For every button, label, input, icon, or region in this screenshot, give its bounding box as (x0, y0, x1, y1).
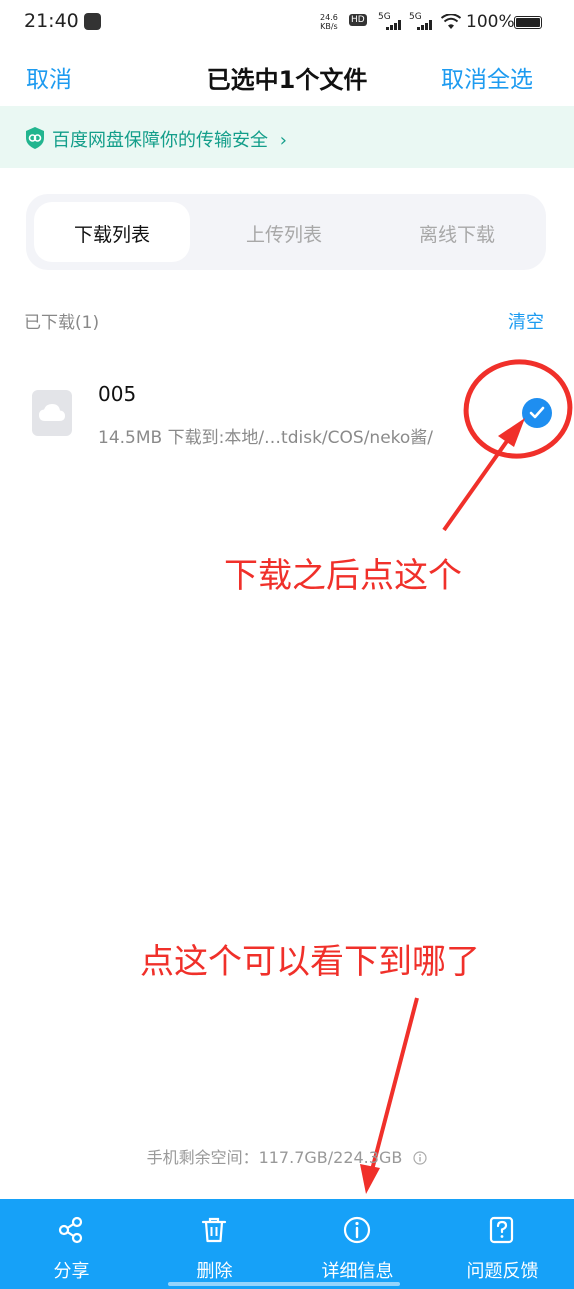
annotation-arrow-2-head (360, 1164, 380, 1194)
app-notification-icon (84, 13, 101, 30)
file-info: 14.5MB 下载到:本地/…tdisk/COS/neko酱/ (98, 428, 434, 448)
share-icon (58, 1216, 83, 1244)
details-button[interactable]: 详细信息 (286, 1199, 429, 1289)
feedback-button[interactable]: 问题反馈 (431, 1199, 574, 1289)
net-speed-value: 24.6 (320, 13, 338, 22)
home-indicator[interactable] (168, 1282, 400, 1286)
chevron-right-icon: › (279, 130, 287, 151)
section-title: 已下载(1) (24, 313, 100, 333)
share-button[interactable]: 分享 (0, 1199, 143, 1289)
wifi-icon (441, 14, 461, 29)
signal-bars-icon (417, 20, 432, 30)
banner-label: 百度网盘保障你的传输安全 (52, 130, 268, 151)
trash-icon (201, 1217, 227, 1243)
cancel-button[interactable]: 取消 (26, 60, 72, 94)
delete-label: 删除 (196, 1261, 233, 1282)
clear-button[interactable]: 清空 (508, 308, 544, 334)
info-small-icon[interactable] (413, 1151, 428, 1165)
status-time: 21:40 (24, 10, 79, 32)
details-label: 详细信息 (321, 1261, 394, 1282)
tab-upload-list[interactable]: 上传列表 (206, 220, 362, 247)
annotation-note-1: 下载之后点这个 (224, 556, 462, 596)
banner-text[interactable]: 百度网盘保障你的传输安全 › (52, 126, 287, 152)
shield-icon (26, 127, 44, 149)
cloud-file-icon (32, 390, 72, 436)
file-name: 005 (98, 382, 137, 406)
share-label: 分享 (53, 1261, 90, 1282)
feedback-icon (489, 1216, 514, 1244)
tab-offline-download[interactable]: 离线下载 (379, 220, 535, 247)
annotation-note-2: 点这个可以看下到哪了 (140, 942, 480, 982)
tab-download-list[interactable]: 下载列表 (34, 220, 190, 247)
delete-button[interactable]: 删除 (143, 1199, 286, 1289)
net-speed: 24.6 KB/s (320, 13, 338, 31)
check-icon[interactable] (522, 398, 552, 428)
storage-info: 手机剩余空间：117.7GB/224.3GB (0, 1144, 574, 1168)
info-icon (343, 1216, 371, 1244)
battery-percent: 100% (466, 12, 515, 32)
feedback-label: 问题反馈 (466, 1261, 539, 1282)
battery-icon (514, 16, 542, 29)
storage-text: 手机剩余空间：117.7GB/224.3GB (146, 1148, 403, 1167)
signal-bars-icon (386, 20, 401, 30)
hd-voice-badge: HD (349, 14, 367, 26)
net-speed-unit: KB/s (320, 22, 338, 31)
deselect-all-button[interactable]: 取消全选 (441, 60, 533, 94)
